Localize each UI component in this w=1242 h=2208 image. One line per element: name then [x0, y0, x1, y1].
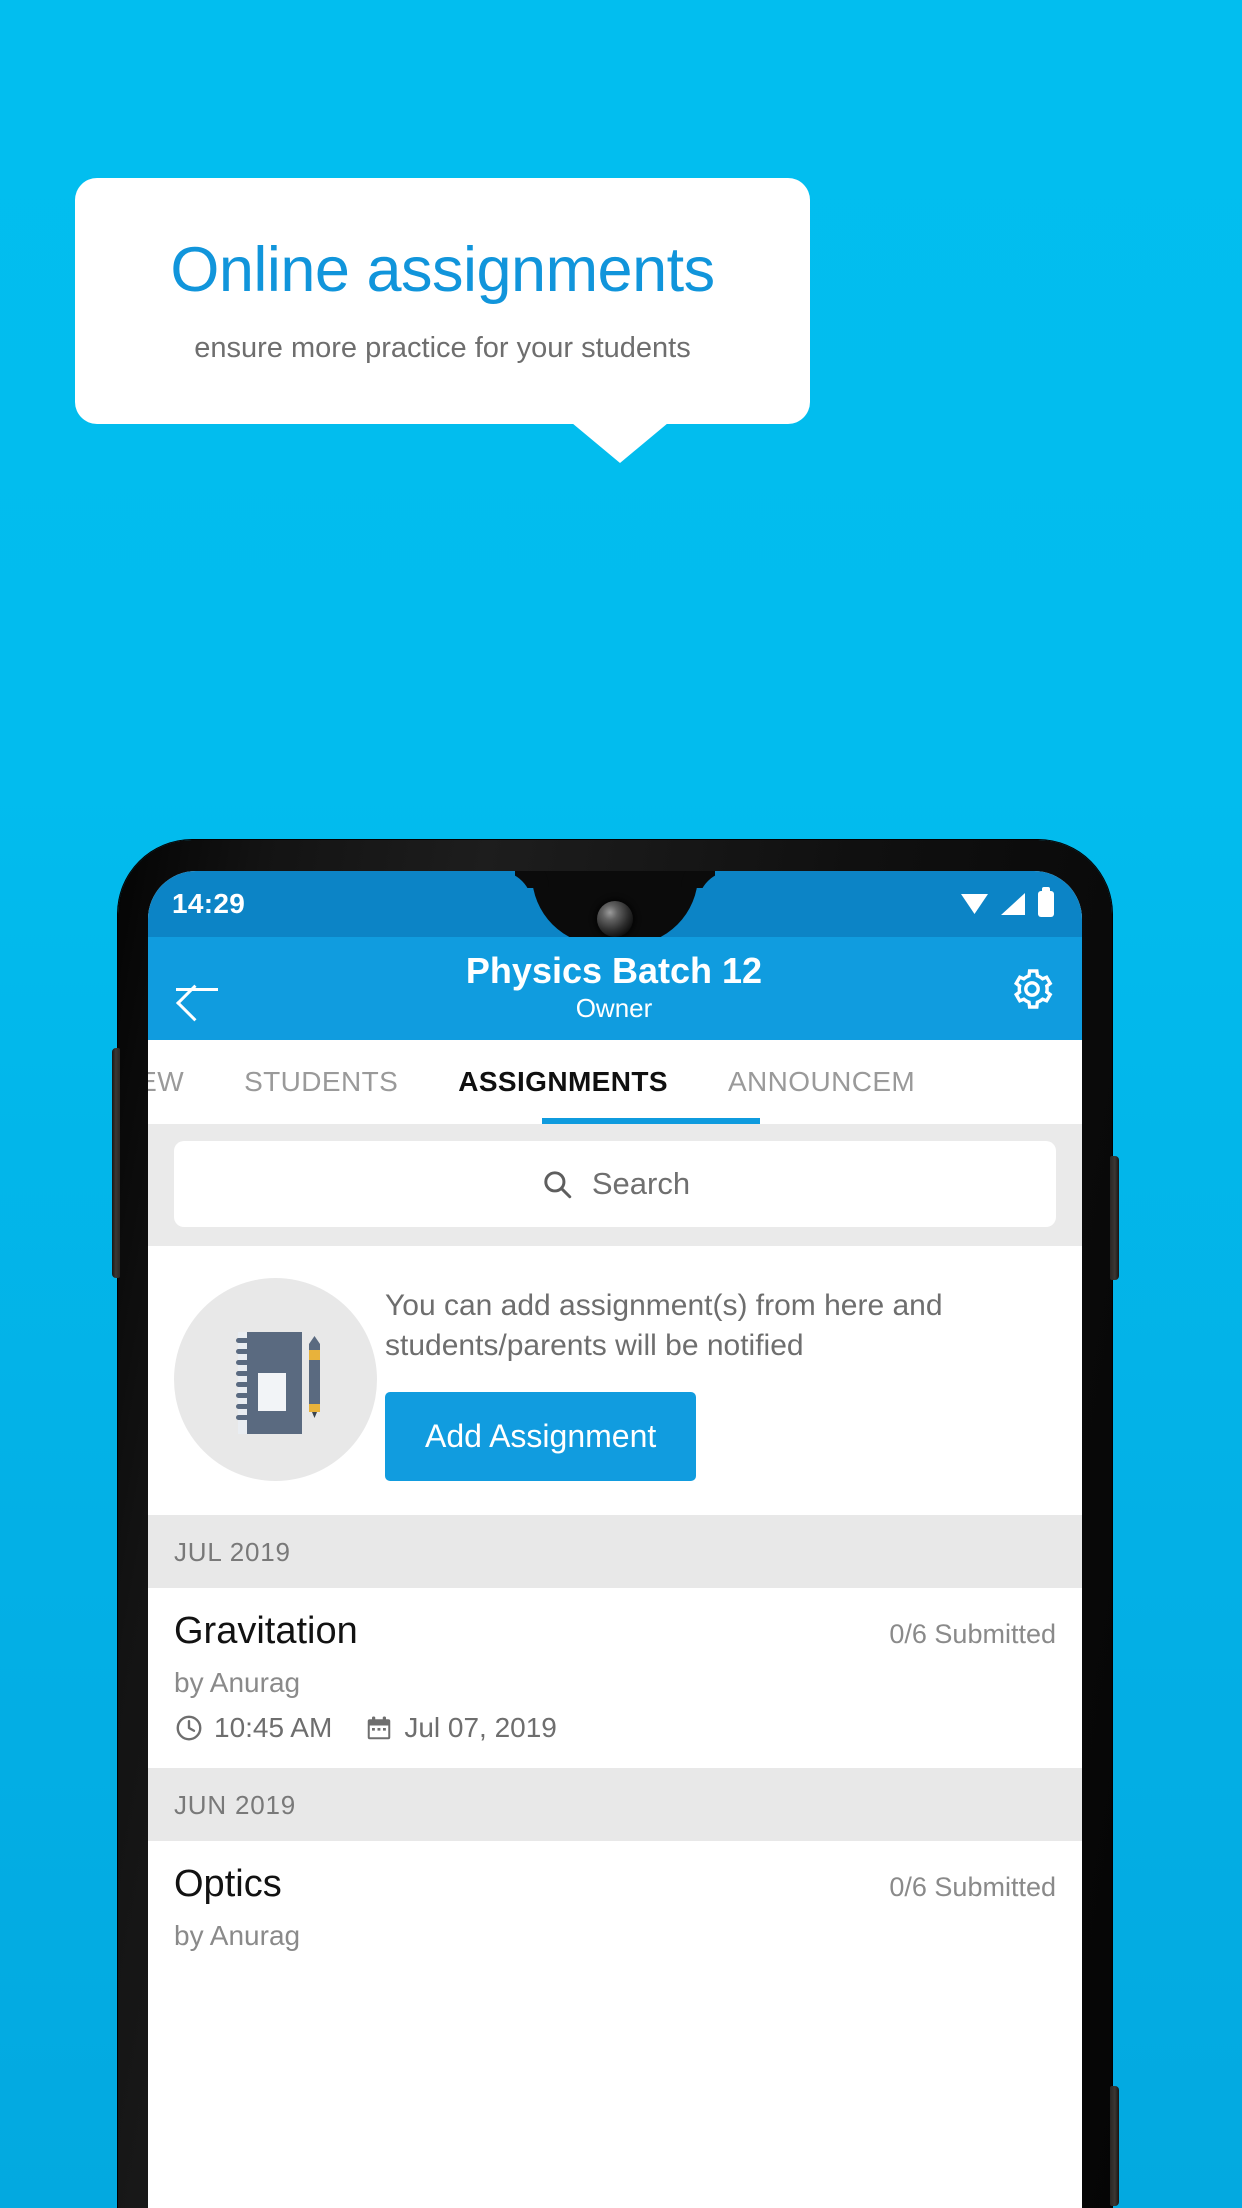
phone-left-button[interactable]: [112, 1048, 120, 1278]
battery-icon: [1038, 887, 1054, 917]
month-header-jun: JUN 2019: [148, 1768, 1082, 1841]
gear-icon[interactable]: [1008, 965, 1056, 1013]
search-icon: [544, 1171, 572, 1199]
empty-state-card: You can add assignment(s) from here and …: [148, 1246, 1082, 1515]
assignment-row-gravitation[interactable]: Gravitation 0/6 Submitted by Anurag 10:4…: [148, 1588, 1082, 1768]
promo-card: Online assignments ensure more practice …: [75, 178, 810, 424]
calendar-icon: [368, 1716, 391, 1740]
assignment-meta: 10:45 AM Jul 07, 2019: [174, 1712, 1056, 1744]
assignment-author: by Anurag: [174, 1667, 301, 1698]
tab-bar: IEW STUDENTS ASSIGNMENTS ANNOUNCEM: [148, 1040, 1082, 1124]
search-input[interactable]: Search: [174, 1141, 1056, 1227]
phone-notch: [532, 871, 698, 945]
assignment-author: by Anurag: [174, 1920, 301, 1951]
signal-icon: [1001, 893, 1025, 915]
assignment-submitted-count: 0/6 Submitted: [889, 1619, 1056, 1649]
search-placeholder: Search: [591, 1166, 691, 1201]
tab-students[interactable]: STUDENTS: [214, 1066, 428, 1098]
promo-card-tail: [572, 423, 668, 463]
assignment-title: Optics: [174, 1863, 282, 1905]
assignment-title: Gravitation: [174, 1610, 358, 1652]
status-icons: [961, 887, 1054, 917]
promo-subtitle: ensure more practice for your students: [194, 331, 691, 364]
add-assignment-button[interactable]: Add Assignment: [385, 1391, 697, 1481]
empty-state-content: You can add assignment(s) from here and …: [385, 1272, 1056, 1481]
assignment-submitted-count: 0/6 Submitted: [889, 1872, 1056, 1902]
app-bar-titles: Physics Batch 12 Owner: [220, 949, 1008, 1025]
phone-volume-button[interactable]: [1110, 1156, 1119, 1280]
wifi-icon: [961, 894, 988, 914]
notebook-pen-icon: [174, 1278, 377, 1481]
page-title: Physics Batch 12: [465, 949, 763, 991]
status-time: 14:29: [172, 888, 246, 919]
tab-announcements[interactable]: ANNOUNCEM: [698, 1066, 945, 1098]
tab-overview[interactable]: IEW: [148, 1066, 214, 1098]
assignment-row-optics[interactable]: Optics 0/6 Submitted by Anurag: [148, 1841, 1082, 1976]
assignment-time: 10:45 AM: [214, 1712, 333, 1743]
month-header-jul: JUL 2019: [148, 1515, 1082, 1588]
front-camera-icon: [597, 901, 633, 937]
phone-power-button[interactable]: [1110, 2086, 1119, 2206]
status-bar: 14:29: [148, 871, 1082, 945]
search-bar-container: Search: [148, 1124, 1082, 1246]
clock-icon: [176, 1715, 202, 1741]
phone-screen: 14:29 Physics Batch 12 Owner W STUDENTS …: [148, 871, 1082, 2208]
promo-title: Online assignments: [170, 235, 715, 306]
assignment-date: Jul 07, 2019: [404, 1712, 557, 1743]
tab-active-indicator: [542, 1118, 760, 1124]
phone-mockup: 14:29 Physics Batch 12 Owner W STUDENTS …: [112, 840, 1119, 2208]
app-bar: Physics Batch 12 Owner: [148, 937, 1082, 1040]
empty-state-message: You can add assignment(s) from here and …: [385, 1289, 943, 1362]
tab-assignments[interactable]: ASSIGNMENTS: [428, 1066, 698, 1098]
page-subtitle: Owner: [575, 992, 653, 1023]
back-arrow-icon[interactable]: [174, 966, 220, 1012]
